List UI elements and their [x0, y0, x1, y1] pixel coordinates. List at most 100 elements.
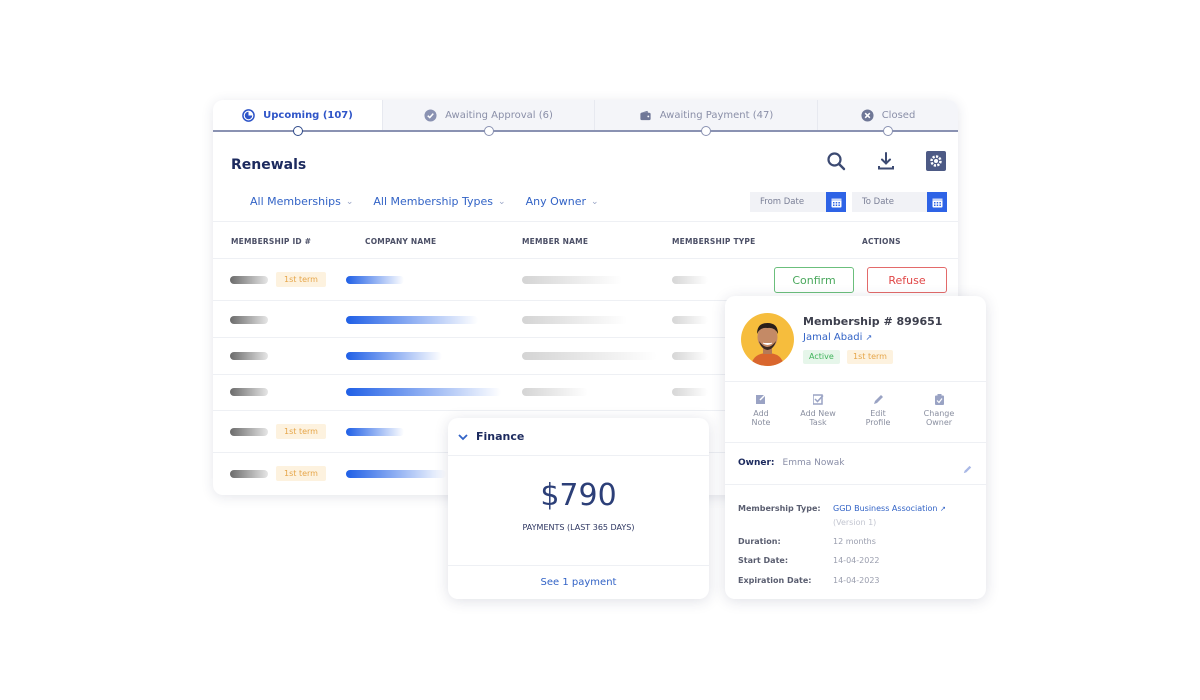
tab-awaiting-payment[interactable]: Awaiting Payment (47) — [595, 100, 818, 136]
expiration-date-value: 14-04-2023 — [833, 576, 880, 585]
table-row[interactable]: 1st term Confirm Refuse — [213, 259, 958, 301]
chevron-down-icon: ⌄ — [345, 196, 354, 207]
filter-owner[interactable]: Any Owner ⌄ — [526, 195, 599, 208]
add-note-button[interactable]: Add Note — [731, 394, 791, 427]
avatar — [741, 313, 794, 366]
action-label: Add New — [800, 409, 836, 418]
settings-button[interactable] — [925, 150, 947, 172]
action-label: Task — [809, 418, 827, 427]
person-photo-icon — [751, 323, 784, 366]
to-date-placeholder: To Date — [862, 197, 894, 207]
company-placeholder — [346, 470, 446, 478]
term-badge: 1st term — [847, 350, 893, 364]
chevron-down-icon — [458, 433, 468, 440]
confirm-button[interactable]: Confirm — [774, 267, 854, 293]
tab-step-dot — [701, 126, 711, 136]
edit-owner-button[interactable] — [963, 459, 972, 478]
tab-step-dot — [292, 126, 303, 136]
member-name: Jamal Abadi — [803, 332, 863, 343]
check-circle-icon — [424, 109, 437, 122]
id-placeholder — [230, 352, 268, 360]
id-placeholder — [230, 276, 268, 284]
calendar-icon — [831, 198, 841, 207]
clipboard-icon — [934, 394, 944, 405]
column-header: MEMBERSHIP ID # — [231, 237, 312, 246]
to-date-input[interactable]: To Date — [852, 192, 947, 212]
tab-closed[interactable]: Closed — [818, 100, 958, 136]
task-icon — [812, 394, 824, 405]
finance-card: Finance $790 PAYMENTS (LAST 365 DAYS) Se… — [448, 418, 709, 599]
tab-awaiting-approval[interactable]: Awaiting Approval (6) — [383, 100, 595, 136]
refuse-button[interactable]: Refuse — [867, 267, 947, 293]
edit-profile-button[interactable]: Edit Profile — [848, 394, 908, 427]
add-task-button[interactable]: Add New Task — [788, 394, 848, 427]
payments-caption: PAYMENTS (LAST 365 DAYS) — [522, 523, 635, 532]
member-placeholder — [522, 276, 622, 284]
divider — [725, 484, 986, 485]
search-button[interactable] — [825, 150, 847, 172]
id-placeholder — [230, 388, 268, 396]
pencil-icon — [873, 395, 883, 404]
pencil-icon — [963, 465, 972, 474]
tab-label: Awaiting Approval (6) — [445, 110, 553, 121]
action-label: Edit — [870, 409, 886, 418]
divider — [725, 442, 986, 443]
chevron-down-icon: ⌄ — [498, 196, 506, 207]
progress-icon — [242, 109, 255, 122]
see-payment-link[interactable]: See 1 payment — [448, 565, 709, 599]
tab-upcoming[interactable]: Upcoming (107) — [213, 100, 383, 136]
detail-label: Start Date: — [738, 556, 789, 565]
filter-membership-types[interactable]: All Membership Types ⌄ — [373, 195, 505, 208]
type-placeholder — [672, 276, 708, 284]
calendar-button[interactable] — [927, 192, 947, 212]
from-date-input[interactable]: From Date — [750, 192, 846, 212]
detail-label: Membership Type: — [738, 504, 821, 513]
start-date-value: 14-04-2022 — [833, 556, 880, 565]
status-tabs: Upcoming (107) Awaiting Approval (6) Awa… — [213, 100, 958, 136]
calendar-icon — [932, 198, 942, 207]
term-badge: 1st term — [276, 466, 326, 481]
divider — [725, 381, 986, 382]
external-link-icon: ↗ — [865, 333, 873, 342]
action-label: Change — [923, 409, 955, 418]
filter-bar: All Memberships ⌄ All Membership Types ⌄ A… — [250, 195, 599, 208]
action-label: Add — [753, 409, 769, 418]
type-placeholder — [672, 388, 708, 396]
calendar-button[interactable] — [826, 192, 846, 212]
chevron-down-icon: ⌄ — [591, 196, 599, 207]
membership-type-version: (Version 1) — [833, 518, 877, 527]
gear-icon — [926, 151, 946, 171]
id-placeholder — [230, 470, 268, 478]
membership-number: Membership # 899651 — [803, 315, 943, 328]
membership-type-link[interactable]: GGD Business Association ↗ — [833, 504, 946, 513]
detail-label: Duration: — [738, 537, 781, 546]
download-button[interactable] — [875, 150, 897, 172]
company-placeholder — [346, 316, 478, 324]
finance-header[interactable]: Finance — [448, 418, 709, 456]
company-placeholder — [346, 352, 442, 360]
tab-label: Closed — [881, 110, 916, 121]
filter-memberships[interactable]: All Memberships ⌄ — [250, 195, 353, 208]
search-icon — [827, 152, 846, 171]
term-badge: 1st term — [276, 424, 326, 439]
filter-label: All Membership Types — [373, 195, 494, 208]
owner-value: Emma Nowak — [782, 458, 845, 468]
company-placeholder — [346, 428, 404, 436]
owner-row: Owner: Emma Nowak — [738, 458, 844, 468]
company-placeholder — [346, 276, 404, 284]
column-header: MEMBERSHIP TYPE — [672, 237, 756, 246]
change-owner-button[interactable]: Change Owner — [909, 394, 969, 427]
status-badge: Active — [803, 350, 840, 364]
duration-value: 12 months — [833, 537, 876, 546]
finance-title: Finance — [476, 430, 525, 443]
member-name-link[interactable]: Jamal Abadi ↗ — [803, 332, 872, 343]
tab-step-dot — [883, 126, 893, 136]
column-header: COMPANY NAME — [365, 237, 437, 246]
member-placeholder — [522, 352, 657, 360]
tab-label: Awaiting Payment (47) — [659, 110, 774, 121]
filter-label: All Memberships — [250, 195, 341, 208]
tab-label: Upcoming (107) — [263, 110, 353, 121]
owner-label: Owner: — [738, 458, 775, 468]
column-header: MEMBER NAME — [522, 237, 589, 246]
term-badge: 1st term — [276, 272, 326, 287]
